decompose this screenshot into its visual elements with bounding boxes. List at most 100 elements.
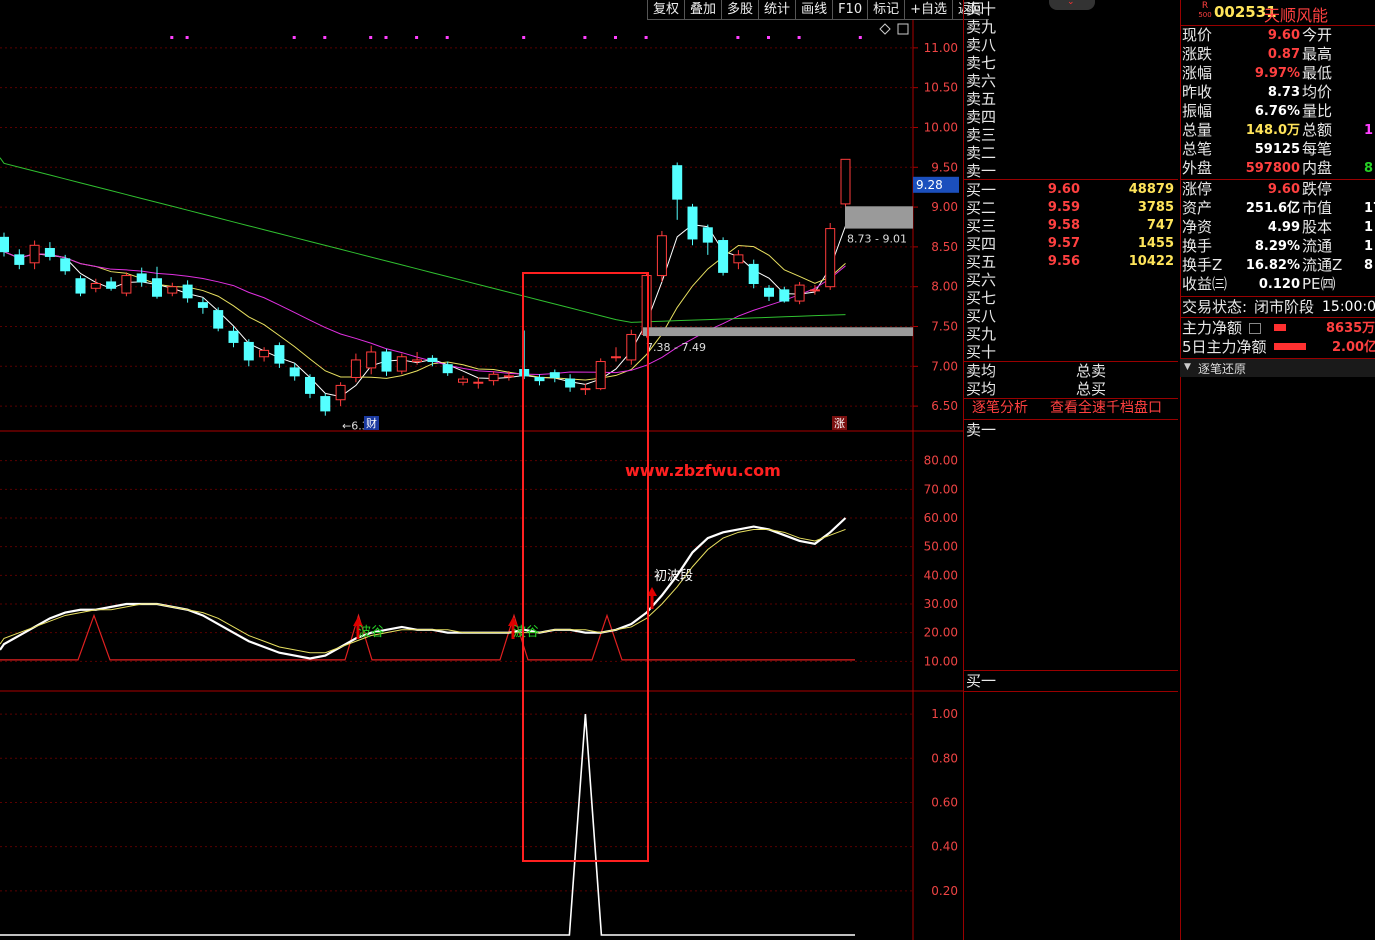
order-book-panel: ⌄ 卖十 卖九 卖八 卖七 卖六 卖五 卖四 卖三 卖二 卖一 买一 9.60 48879 买二 9.59… xyxy=(963,0,1181,940)
oscillator-line xyxy=(0,528,846,654)
signal-dot xyxy=(797,36,801,39)
candle-body xyxy=(29,244,40,264)
candle-body xyxy=(289,367,300,377)
quote-row: 现价 9.60 今开 xyxy=(1182,26,1333,44)
candle-body xyxy=(320,396,331,412)
quote-row: 换手 8.29% 流通 1 xyxy=(1182,237,1374,255)
menu-icon[interactable] xyxy=(1249,323,1261,334)
multi-stock-button[interactable]: 多股 xyxy=(721,0,759,20)
main-net-row: 主力净额 8635万 xyxy=(1182,319,1375,337)
orderbook-tabs: 逐笔分析 查看全速千档盘口 xyxy=(964,398,1178,420)
overlay-button[interactable]: 叠加 xyxy=(684,0,722,20)
sell-avg-row: 卖均 总卖 xyxy=(966,362,1107,380)
statistics-button[interactable]: 统计 xyxy=(758,0,796,20)
ask-row: 卖一 xyxy=(966,162,997,180)
osc-tick-label: 80.00 xyxy=(924,454,958,468)
ask-row: 卖三 xyxy=(966,126,997,144)
quote-row: 总量 148.0万 总额 1 xyxy=(1182,121,1374,139)
signal-dot xyxy=(858,36,862,39)
osc-tick-label: 70.00 xyxy=(924,482,958,496)
quote-row: 收益㈢ 0.120 PE㈣ xyxy=(1182,275,1336,293)
candle-body xyxy=(595,361,606,390)
signal-dot xyxy=(170,36,174,39)
mark-button[interactable]: 标记 xyxy=(867,0,905,20)
candle-body xyxy=(243,341,254,361)
quote-row: 振幅 6.76% 量比 xyxy=(1182,102,1333,120)
trade-status-row: 交易状态: 闭市阶段 15:00:00 xyxy=(1182,298,1375,316)
candle-body xyxy=(106,281,117,289)
tab-tick-analysis[interactable]: 逐笔分析 xyxy=(972,398,1028,418)
candle-body xyxy=(641,275,652,335)
candle-body xyxy=(473,381,484,384)
bid-row: 买十 xyxy=(966,343,997,361)
current-price-text: 9.28 xyxy=(916,178,943,192)
candle-body xyxy=(656,235,667,277)
signal-tick-label: 0.80 xyxy=(931,751,958,765)
tab-full-depth[interactable]: 查看全速千档盘口 xyxy=(1050,398,1162,418)
signal-dot xyxy=(384,36,388,39)
support-zone xyxy=(643,327,913,337)
candle-body xyxy=(259,349,270,358)
badge-zhang-text: 涨 xyxy=(834,417,845,430)
f10-button[interactable]: F10 xyxy=(832,0,868,20)
square-icon xyxy=(897,23,909,35)
restore-row[interactable]: ▼ 逐笔还原 xyxy=(1180,359,1375,377)
candle-body xyxy=(274,345,285,364)
candle-body xyxy=(779,289,790,302)
chart-area[interactable]: 波谷 波谷初波段www.zbzfwu.com 8.73 - 9.017.38 - … xyxy=(0,0,963,940)
ask-row: 卖十 xyxy=(966,0,997,18)
candle-body xyxy=(458,378,468,383)
candle-body xyxy=(794,284,805,302)
candle-body xyxy=(427,357,438,363)
signal-dot xyxy=(583,36,587,39)
candle-body xyxy=(305,376,315,394)
triangle-down-icon: ▼ xyxy=(1184,362,1191,372)
add-watchlist-button[interactable]: +自选 xyxy=(904,0,953,20)
price-tick-label: 7.00 xyxy=(931,359,958,373)
badge-cai-text: 财 xyxy=(366,416,377,430)
bid-row: 买三 9.58 747 xyxy=(966,217,1174,235)
signal-dot xyxy=(415,36,419,39)
candle-body xyxy=(167,286,178,294)
bid-row: 买六 xyxy=(966,271,997,289)
wave-label: 波谷 xyxy=(358,625,384,640)
candle-body xyxy=(396,356,407,372)
quote-row: 换手Z 16.82% 流通Z 8 xyxy=(1182,256,1374,274)
price-tick-label: 7.50 xyxy=(931,320,958,334)
ask-row: 卖六 xyxy=(966,72,997,90)
signal-dot xyxy=(736,36,740,39)
candle-body xyxy=(350,359,361,378)
buy-avg-row: 买均 总买 xyxy=(966,380,1107,398)
candle-body xyxy=(733,254,744,264)
signal-dot xyxy=(445,36,449,39)
candle-body xyxy=(549,372,560,378)
candle-body xyxy=(136,273,147,283)
quote-panel: R 500 002531 天顺风能 现价 9.60 今开 涨跌 0.87 最高 涨幅 9.97… xyxy=(1180,0,1375,940)
restore-rights-button[interactable]: 复权 xyxy=(647,0,685,20)
bid-row: 买八 xyxy=(966,307,997,325)
osc-tick-label: 60.00 xyxy=(924,511,958,525)
candle-body xyxy=(121,275,132,294)
quote-row: 净资 4.99 股本 1 xyxy=(1182,218,1374,236)
osc-tick-label: 20.00 xyxy=(924,626,958,640)
price-tick-label: 9.50 xyxy=(931,160,958,174)
signal-dot xyxy=(644,36,648,39)
stock-name: 天顺风能 xyxy=(1264,6,1329,25)
bid-row: 买一 9.60 48879 xyxy=(966,181,1174,199)
candle-body xyxy=(197,302,208,308)
queue-sell-label: 卖一 xyxy=(966,421,997,439)
candle-body xyxy=(809,289,820,292)
main-net-bar xyxy=(1274,324,1286,331)
candle-body xyxy=(228,330,239,343)
signal-dot xyxy=(185,36,189,39)
signal-tick-label: 1.00 xyxy=(931,707,958,721)
candle-body xyxy=(702,227,713,243)
trough-signal-line xyxy=(0,613,855,661)
bid-row: 买五 9.56 10422 xyxy=(966,253,1174,271)
main-net-5d-row: 5日主力净额 2.00亿 xyxy=(1182,338,1375,356)
ask-row: 卖五 xyxy=(966,90,997,108)
candle-body xyxy=(152,278,162,297)
price-tick-label: 10.00 xyxy=(924,120,958,134)
draw-line-button[interactable]: 画线 xyxy=(795,0,833,20)
main-net-5d-bar xyxy=(1274,343,1306,350)
